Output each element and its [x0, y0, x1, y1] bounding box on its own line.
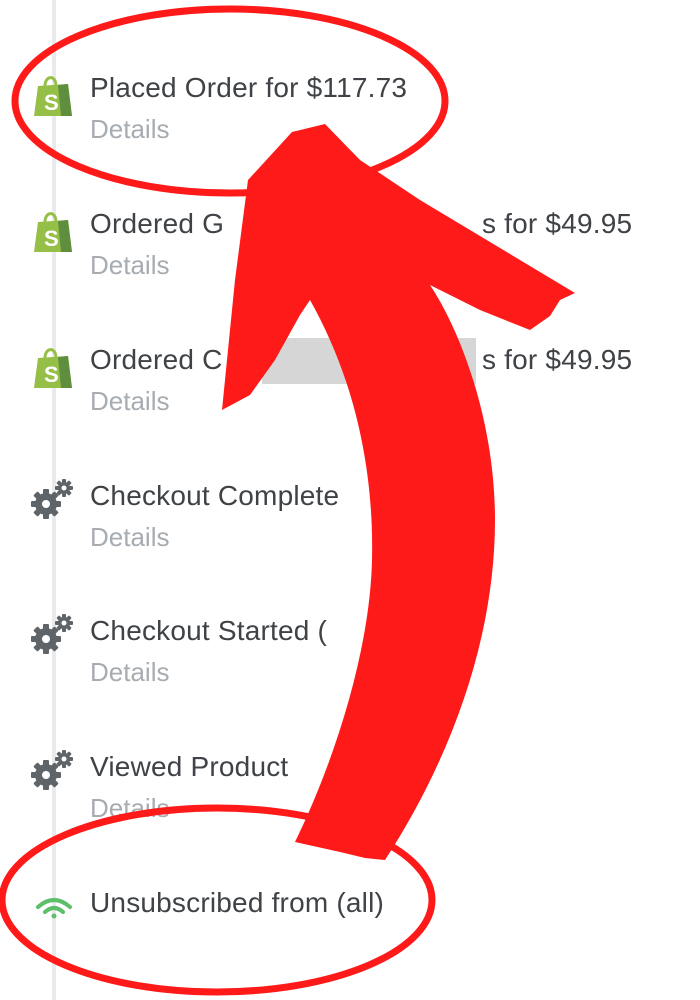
gears-icon: [28, 474, 78, 524]
timeline-event-checkout-completed: Checkout Complete U) Details: [0, 468, 700, 578]
event-title-tail: U): [440, 480, 470, 511]
timeline-event-ordered-product: S Ordered C s for $49.95 Details: [0, 332, 700, 442]
timeline-event-checkout-started: Checkout Started ( Details: [0, 603, 700, 713]
svg-text:S: S: [44, 90, 59, 115]
shopify-bag-icon: S: [28, 206, 78, 256]
svg-text:S: S: [44, 226, 59, 251]
event-title: Checkout Complete: [90, 480, 340, 511]
event-title: Viewed Product: [90, 751, 289, 782]
event-title: Placed Order for $117.73: [90, 72, 408, 103]
shopify-bag-icon: S: [28, 342, 78, 392]
details-link[interactable]: Details: [90, 522, 169, 553]
svg-text:S: S: [44, 362, 59, 387]
gears-icon: [28, 609, 78, 659]
event-title: Unsubscribed from (all): [90, 887, 385, 918]
details-link[interactable]: Details: [90, 386, 169, 417]
wifi-signal-icon: [32, 881, 76, 925]
details-link[interactable]: Details: [90, 114, 169, 145]
event-title: Ordered G: [90, 208, 225, 239]
details-link[interactable]: Details: [90, 657, 169, 688]
redacted-region: [262, 338, 476, 384]
timeline-event-unsubscribed: Unsubscribed from (all): [0, 875, 700, 985]
shopify-bag-icon: S: [28, 70, 78, 120]
event-title-tail: s for $49.95: [482, 344, 633, 375]
timeline-event-viewed-product: Viewed Product Details: [0, 739, 700, 849]
timeline-event-placed-order: S Placed Order for $117.73 Details: [0, 60, 700, 170]
timeline-event-ordered-product: S Ordered G s for $49.95 Details: [0, 196, 700, 306]
event-title: Ordered C: [90, 344, 223, 375]
details-link[interactable]: Details: [90, 793, 169, 824]
event-title: Checkout Started (: [90, 615, 328, 646]
details-link[interactable]: Details: [90, 250, 169, 281]
gears-icon: [28, 745, 78, 795]
event-title-tail: s for $49.95: [482, 208, 633, 239]
